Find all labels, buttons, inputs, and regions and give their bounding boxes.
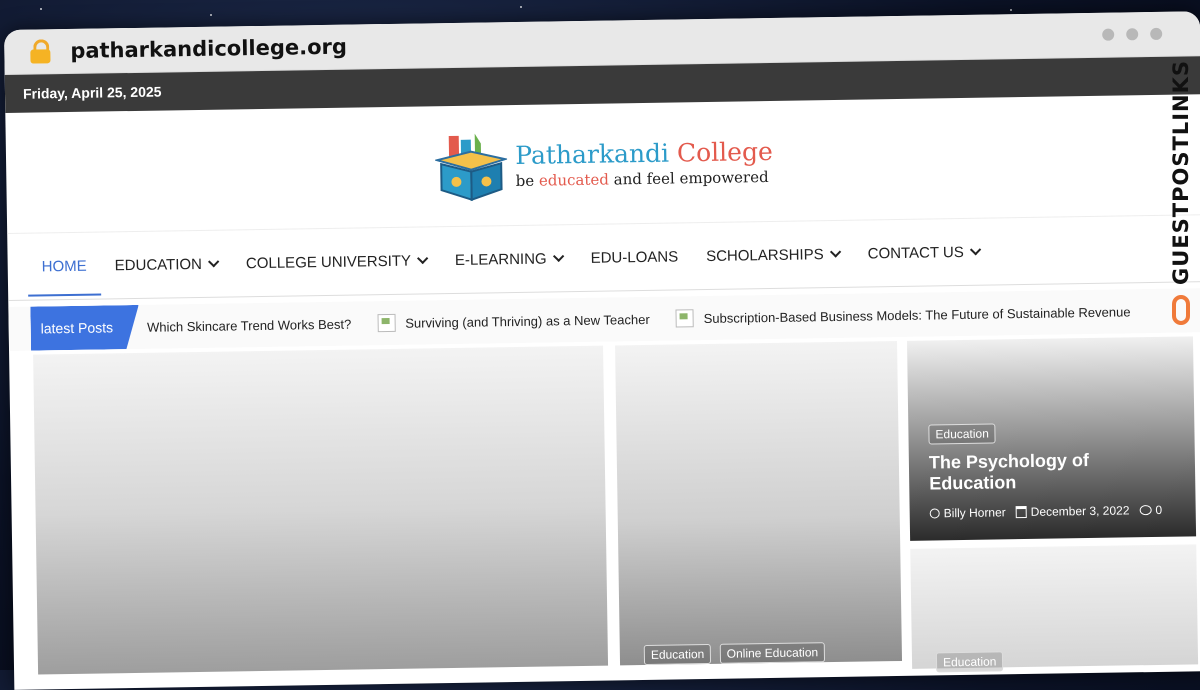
ticker-item-text[interactable]: Subscription-Based Business Models: The … — [704, 304, 1131, 326]
nav-label: EDU-LOANS — [590, 247, 679, 267]
logo-tag-1: be — [515, 171, 540, 190]
featured-post-small[interactable]: Education The Psychology of Education Bi… — [906, 336, 1197, 541]
calendar-icon — [1015, 505, 1027, 519]
chevron-down-icon — [552, 250, 565, 262]
watermark: GUESTPOSTLINKS — [1168, 60, 1194, 360]
featured-grid: Education Online Education Education The… — [9, 336, 1200, 675]
nav-label: E-LEARNING — [454, 250, 547, 269]
broken-image-icon — [675, 309, 694, 328]
ticker-item-text[interactable]: Which Skincare Trend Works Best? — [147, 316, 351, 334]
nav-label: CONTACT US — [867, 243, 964, 262]
lock-icon — [30, 39, 51, 64]
logo-brand-1: Patharkandi — [515, 138, 670, 170]
nav-label: SCHOLARSHIPS — [706, 245, 824, 265]
link-icon — [1172, 294, 1190, 325]
nav-education[interactable]: EDUCATION — [100, 233, 232, 295]
dot-icon[interactable] — [1150, 27, 1163, 40]
nav-label: HOME — [41, 257, 87, 275]
url-text[interactable]: patharkandicollege.org — [70, 35, 347, 63]
site-header: Patharkandi College be educated and feel… — [5, 94, 1200, 233]
site-logo[interactable]: Patharkandi College be educated and feel… — [434, 125, 774, 202]
nav-college-university[interactable]: COLLEGE UNIVERSITY — [231, 230, 441, 293]
featured-post-medium[interactable]: Education Online Education — [615, 341, 903, 666]
nav-scholarships[interactable]: SCHOLARSHIPS — [692, 224, 854, 287]
logo-brand-2: College — [676, 136, 773, 167]
window-controls — [1102, 27, 1163, 41]
category-badge[interactable]: Education — [643, 643, 712, 666]
featured-post-small[interactable]: Education — [910, 544, 1199, 673]
post-date[interactable]: December 3, 2022 — [1031, 503, 1130, 519]
post-author[interactable]: Billy Horner — [944, 505, 1006, 520]
nav-home[interactable]: HOME — [27, 236, 101, 297]
nav-contact-us[interactable]: CONTACT US — [853, 221, 994, 283]
books-box-icon — [434, 133, 508, 202]
ticker-item-text[interactable]: Surviving (and Thriving) as a New Teache… — [405, 311, 650, 330]
category-badge[interactable]: Education — [935, 651, 1004, 673]
watermark-text: GUESTPOSTLINKS — [1169, 60, 1193, 285]
nav-edu-loans[interactable]: EDU-LOANS — [576, 226, 692, 288]
nav-e-learning[interactable]: E-LEARNING — [440, 228, 577, 290]
nav-label: COLLEGE UNIVERSITY — [245, 252, 412, 272]
logo-tag-2: educated — [538, 170, 610, 190]
dot-icon[interactable] — [1126, 28, 1139, 41]
comment-count[interactable]: 0 — [1155, 503, 1162, 517]
ticker-label: latest Posts — [30, 305, 139, 351]
ticker-item[interactable]: Which Skincare Trend Works Best? — [147, 316, 351, 334]
browser-window: patharkandicollege.org Friday, April 25,… — [4, 11, 1200, 690]
category-badge[interactable]: Education — [928, 423, 996, 445]
post-meta: Billy Horner December 3, 2022 0 — [929, 503, 1182, 521]
user-icon — [929, 508, 940, 519]
chevron-down-icon — [829, 246, 842, 258]
chevron-down-icon — [208, 256, 220, 268]
broken-image-icon — [377, 313, 396, 333]
ticker-item[interactable]: Subscription-Based Business Models: The … — [675, 302, 1131, 328]
dot-icon[interactable] — [1102, 28, 1115, 41]
nav-label: EDUCATION — [114, 255, 203, 274]
post-title[interactable]: The Psychology of Education — [929, 449, 1182, 495]
logo-tag-3: and feel empowered — [608, 167, 769, 189]
category-badge[interactable]: Online Education — [719, 642, 826, 664]
chevron-down-icon — [970, 244, 982, 256]
comment-icon — [1139, 505, 1152, 516]
chevron-down-icon — [417, 252, 429, 265]
ticker-item[interactable]: Surviving (and Thriving) as a New Teache… — [377, 310, 650, 333]
featured-post-large[interactable] — [33, 345, 609, 675]
current-date: Friday, April 25, 2025 — [22, 83, 162, 102]
